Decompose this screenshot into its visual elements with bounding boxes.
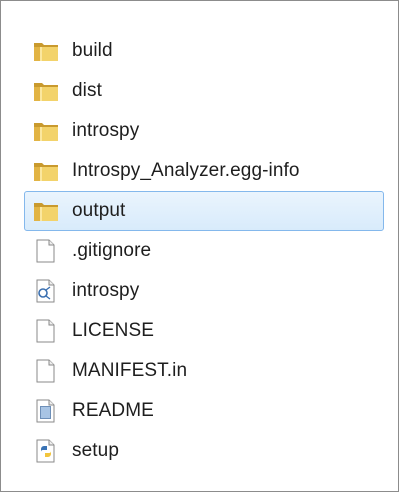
- list-item-build[interactable]: build: [24, 31, 384, 71]
- item-label: setup: [72, 440, 119, 461]
- list-item-egg-info[interactable]: Introspy_Analyzer.egg-info: [24, 151, 384, 191]
- list-item-dist[interactable]: dist: [24, 71, 384, 111]
- item-label: introspy: [72, 120, 140, 141]
- item-label: Introspy_Analyzer.egg-info: [72, 160, 300, 181]
- item-label: .gitignore: [72, 240, 152, 261]
- file-list: build dist introspy Introspy_Analyzer.eg…: [24, 31, 384, 471]
- blank-file-icon: [36, 239, 55, 263]
- text-file-icon: [36, 399, 55, 423]
- list-item-output[interactable]: output: [24, 191, 384, 231]
- item-label: build: [72, 40, 113, 61]
- blank-file-icon: [36, 359, 55, 383]
- list-item-introspy-script[interactable]: introspy: [24, 271, 384, 311]
- python-file-icon: [36, 439, 55, 463]
- folder-icon: [34, 163, 58, 181]
- folder-icon: [34, 123, 58, 141]
- list-item-introspy-folder[interactable]: introspy: [24, 111, 384, 151]
- list-item-setup[interactable]: setup: [24, 431, 384, 471]
- item-label: README: [72, 400, 154, 421]
- item-label: output: [72, 200, 126, 221]
- blank-file-icon: [36, 319, 55, 343]
- folder-icon: [34, 83, 58, 101]
- list-item-manifest[interactable]: MANIFEST.in: [24, 351, 384, 391]
- folder-icon: [34, 43, 58, 61]
- list-item-license[interactable]: LICENSE: [24, 311, 384, 351]
- script-file-icon: [36, 279, 55, 303]
- folder-icon: [34, 203, 58, 221]
- list-item-readme[interactable]: README: [24, 391, 384, 431]
- file-explorer-pane: build dist introspy Introspy_Analyzer.eg…: [0, 0, 399, 492]
- item-label: dist: [72, 80, 102, 101]
- item-label: MANIFEST.in: [72, 360, 188, 381]
- list-item-gitignore[interactable]: .gitignore: [24, 231, 384, 271]
- item-label: introspy: [72, 280, 140, 301]
- item-label: LICENSE: [72, 320, 155, 341]
